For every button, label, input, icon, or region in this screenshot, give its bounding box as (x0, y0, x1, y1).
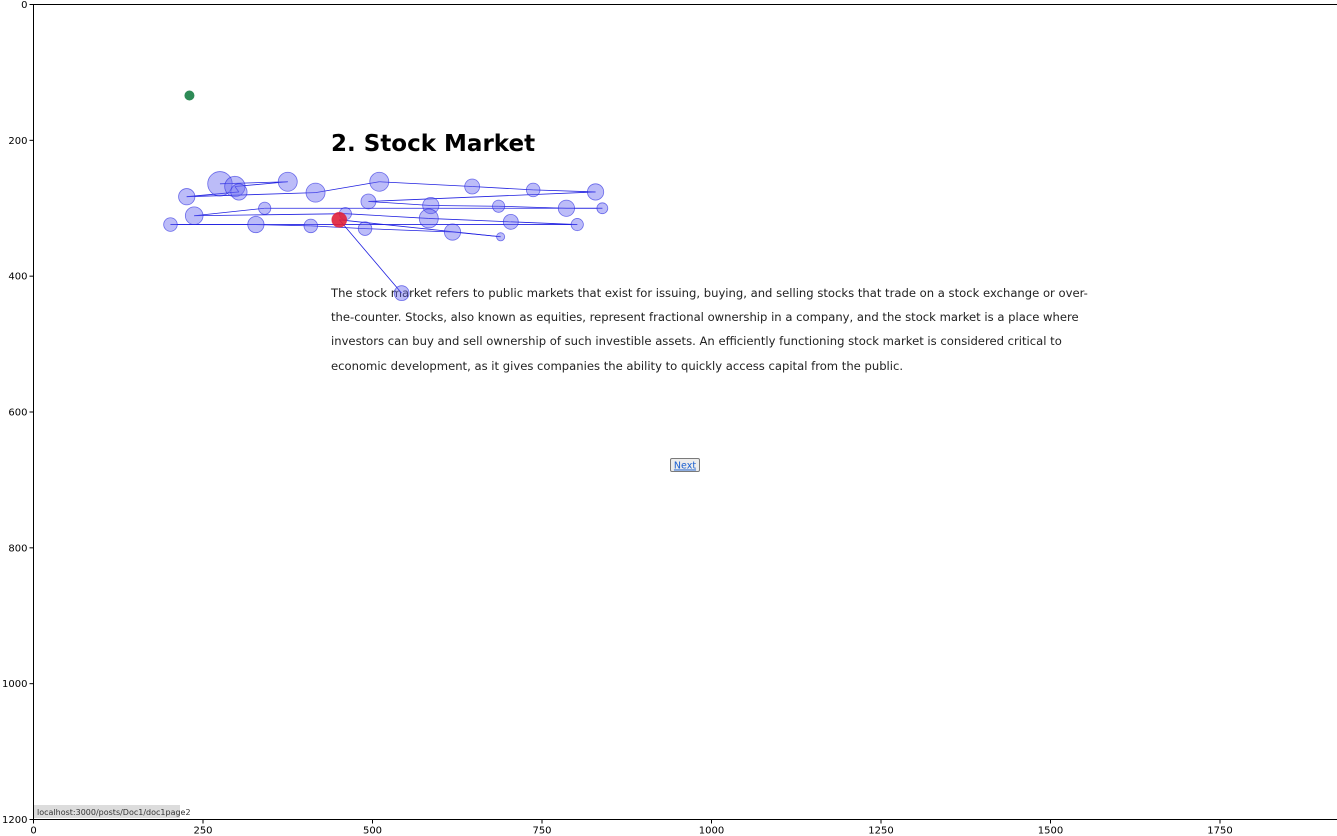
fixation-point (557, 199, 575, 217)
y-tick-group: 0 200 400 600 800 1000 1200 (2, 0, 34, 826)
page-title: 2. Stock Market (331, 131, 535, 157)
fixation-point (596, 202, 609, 215)
fixation-point (464, 178, 481, 195)
fixation-point (443, 223, 462, 241)
scanpath-segment (533, 189, 596, 193)
scanpath-segment (510, 221, 578, 225)
start-point (184, 90, 195, 101)
paragraph-line: economic development, as it gives compan… (331, 359, 903, 373)
next-button-label[interactable]: Next (674, 461, 696, 472)
fixation-point (360, 193, 377, 210)
scanpath-segment (430, 205, 499, 207)
fixation-point (258, 201, 272, 215)
scanpath-segment (472, 186, 534, 191)
fixation-point (178, 188, 196, 206)
scanpath-chart: 0 250 500 750 1000 1250 1500 1750 0 200 400 600 800… (2, 0, 1337, 836)
y-tick-label: 400 (8, 272, 27, 283)
x-tick-label: 1750 (1207, 826, 1232, 836)
scanpath-segment (368, 191, 596, 202)
fixation-point (230, 183, 248, 201)
paragraph-line: The stock market refers to public market… (330, 286, 1088, 300)
y-tick-label: 1000 (2, 679, 27, 690)
x-tick-label: 750 (532, 826, 551, 836)
next-button[interactable]: Next (670, 458, 700, 472)
fixation-point (492, 199, 506, 213)
scanpath-segment (368, 201, 431, 206)
y-tick-label: 1200 (2, 815, 27, 826)
x-tick-group: 0 250 500 750 1000 1250 1500 1750 (30, 819, 1233, 836)
y-tick-label: 600 (8, 408, 27, 419)
fixation-point (305, 182, 326, 203)
x-tick-label: 250 (193, 826, 212, 836)
paragraph-line: investors can buy and sell ownership of … (331, 334, 1062, 348)
y-tick-label: 200 (8, 136, 27, 147)
x-tick-label: 0 (30, 826, 36, 836)
y-tick-label: 0 (21, 0, 27, 11)
x-tick-label: 1250 (868, 826, 893, 836)
fixation-point (247, 215, 265, 234)
fixation-point (357, 221, 373, 236)
fixation-point (502, 213, 519, 230)
x-tick-label: 500 (363, 826, 382, 836)
fixation-point (496, 232, 506, 242)
fixation-point (393, 285, 410, 302)
status-bar: localhost:3000/posts/Doc1/doc1page2 (34, 805, 191, 818)
fixation-point (184, 206, 204, 225)
paragraph: The stock market refers to public market… (330, 286, 1088, 373)
fixation-point (587, 183, 605, 201)
fixation-point (570, 218, 584, 232)
scanpath-segment (194, 213, 346, 217)
fixation-point (277, 171, 298, 192)
scanpath-segment (428, 218, 511, 223)
fixation-point (163, 217, 178, 232)
fixation-point (525, 182, 541, 198)
paragraph-line: the-counter. Stocks, also known as equit… (331, 310, 1079, 324)
scanpath-segment (345, 213, 429, 219)
fixation-point (418, 208, 439, 229)
y-tick-label: 800 (8, 543, 27, 554)
scanpath-segment (379, 181, 473, 187)
fixation-point (369, 171, 390, 192)
x-tick-label: 1000 (699, 826, 724, 836)
status-url: localhost:3000/posts/Doc1/doc1page2 (37, 808, 191, 817)
fixation-points (163, 171, 609, 302)
fixation-point (303, 218, 319, 234)
x-tick-label: 1500 (1038, 826, 1063, 836)
current-fixation-point (331, 211, 348, 228)
